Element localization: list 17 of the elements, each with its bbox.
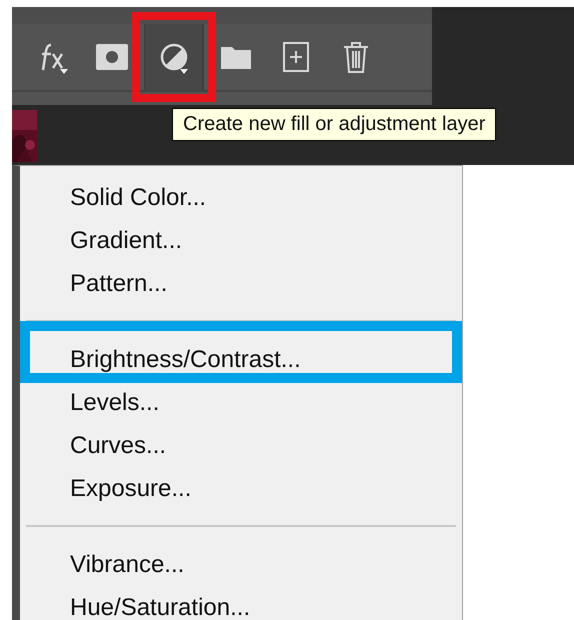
menu-item[interactable]: Solid Color... [70,184,206,212]
menu-item[interactable]: Hue/Saturation... [70,594,250,620]
mask-icon [96,44,128,70]
menu-item[interactable]: Pattern... [70,270,168,298]
folder-icon [221,45,251,69]
menu-item[interactable]: Exposure... [70,474,192,502]
caret-icon [60,69,68,74]
new-layer-icon [283,42,309,72]
tooltip: Create new fill or adjustment layer [172,108,496,141]
menu-item[interactable]: Brightness/Contrast... [70,346,301,374]
trash-icon [343,41,369,73]
half-circle-icon [160,43,188,71]
menu-item[interactable]: Levels... [70,388,160,416]
menu-item[interactable]: Curves... [70,432,166,460]
caret-icon [180,69,188,74]
menu-item[interactable]: Gradient... [70,226,182,254]
menu-item[interactable]: Vibrance... [70,550,184,578]
